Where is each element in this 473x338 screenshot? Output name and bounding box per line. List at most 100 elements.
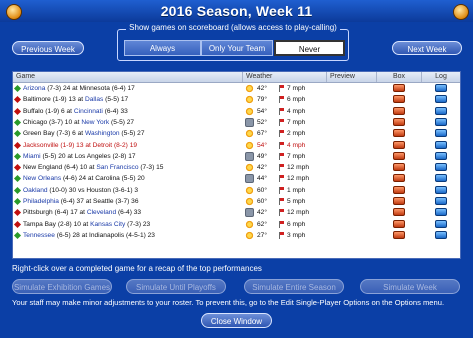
away-team[interactable]: Arizona xyxy=(23,85,45,92)
away-team[interactable]: Tennessee xyxy=(23,232,55,239)
box-score-button[interactable] xyxy=(393,174,405,183)
away-team[interactable]: New Orleans xyxy=(23,175,61,182)
box-score-button[interactable] xyxy=(393,106,405,115)
home-team[interactable]: Dallas xyxy=(85,96,103,103)
home-team[interactable]: New York xyxy=(81,119,109,126)
table-row[interactable]: Chicago (3-7) 10 at New York (5-5) 27 52°… xyxy=(13,117,460,128)
sim-week-button[interactable]: Simulate Week xyxy=(360,279,460,294)
box-score-button[interactable] xyxy=(393,185,405,194)
sim-entire-season-button[interactable]: Simulate Entire Season xyxy=(244,279,344,294)
scoreboard-filter-legend: Show games on scoreboard (allows access … xyxy=(117,23,349,32)
game-cell: Pittsburgh (6-4) 17 at Cleveland (6-4) 3… xyxy=(23,207,241,218)
table-row[interactable]: Miami (5-5) 20 at Los Angeles (2-8) 17 49… xyxy=(13,151,460,162)
box-score-button[interactable] xyxy=(393,84,405,92)
status-marker-icon xyxy=(13,220,22,228)
away-team[interactable]: Oakland xyxy=(23,187,48,194)
box-score-button[interactable] xyxy=(393,151,405,160)
game-log-button[interactable] xyxy=(435,106,447,115)
col-weather[interactable]: Weather xyxy=(243,72,327,82)
away-team[interactable]: Jacksonville xyxy=(23,142,59,149)
table-row[interactable]: Philadelphia (6-4) 37 at Seattle (3-7) 3… xyxy=(13,196,460,207)
table-row[interactable]: Buffalo (1-9) 6 at Cincinnati (6-4) 33 54… xyxy=(13,106,460,117)
game-detail: (6-4) 10 at xyxy=(64,164,95,172)
table-row[interactable]: Pittsburgh (6-4) 17 at Cleveland (6-4) 3… xyxy=(13,207,460,218)
game-log-button[interactable] xyxy=(435,197,447,205)
close-window-icon[interactable] xyxy=(453,4,469,20)
home-team[interactable]: Minnesota xyxy=(79,85,109,92)
table-row[interactable]: New England (6-4) 10 at San Francisco (7… xyxy=(13,162,460,173)
game-cell: Philadelphia (6-4) 37 at Seattle (3-7) 3… xyxy=(23,196,241,207)
box-score-button[interactable] xyxy=(393,219,405,228)
sim-exhibition-button[interactable]: Simulate Exhibition Games xyxy=(12,279,112,294)
game-log-button[interactable] xyxy=(435,208,447,217)
game-detail: (1-9) 13 at xyxy=(52,96,84,104)
col-box[interactable]: Box xyxy=(377,72,422,82)
table-row[interactable]: New Orleans (4-6) 24 at Carolina (5-5) 2… xyxy=(13,173,460,184)
table-row[interactable]: Tampa Bay (2-8) 10 at Kansas City (7-3) … xyxy=(13,219,460,230)
game-log-button[interactable] xyxy=(435,95,447,104)
game-log-button[interactable] xyxy=(435,84,447,92)
box-score-button[interactable] xyxy=(393,230,405,239)
home-team[interactable]: Washington xyxy=(85,130,120,137)
game-log-button[interactable] xyxy=(435,163,447,172)
wind-flag-icon xyxy=(279,231,286,239)
table-row[interactable]: Baltimore (1-9) 13 at Dallas (5-5) 17 79°… xyxy=(13,94,460,105)
away-team[interactable]: Baltimore xyxy=(23,96,51,103)
game-log-button[interactable] xyxy=(435,219,447,228)
hint-text: Right-click over a completed game for a … xyxy=(12,264,262,273)
next-week-button[interactable]: Next Week xyxy=(392,41,462,55)
option-always[interactable]: Always xyxy=(124,40,201,56)
away-team[interactable]: New England xyxy=(23,164,62,171)
temperature: 42° xyxy=(257,209,267,217)
game-log-button[interactable] xyxy=(435,174,447,183)
game-log-button[interactable] xyxy=(435,117,447,126)
box-score-button[interactable] xyxy=(393,163,405,172)
away-team[interactable]: Chicago xyxy=(23,119,47,126)
home-team[interactable]: San Francisco xyxy=(96,164,138,171)
table-row[interactable]: Green Bay (7-3) 6 at Washington (5-5) 27… xyxy=(13,128,460,139)
away-team[interactable]: Miami xyxy=(23,153,41,160)
col-game[interactable]: Game xyxy=(13,72,243,82)
sun-icon xyxy=(245,163,254,173)
option-never[interactable]: Never xyxy=(274,40,345,56)
table-row[interactable]: Tennessee (6-5) 28 at Indianapolis (4-5-… xyxy=(13,230,460,241)
sun-icon xyxy=(245,129,254,139)
col-preview[interactable]: Preview xyxy=(327,72,377,82)
previous-week-button[interactable]: Previous Week xyxy=(12,41,84,55)
col-log[interactable]: Log xyxy=(422,72,460,82)
home-team[interactable]: Detroit xyxy=(93,142,112,149)
table-row[interactable]: Jacksonville (1-9) 13 at Detroit (8-2) 1… xyxy=(13,140,460,151)
game-detail: (3-7) 10 at xyxy=(49,118,80,126)
home-record: (7-3) 23 xyxy=(127,220,151,228)
box-score-button[interactable] xyxy=(393,117,405,126)
home-team[interactable]: Kansas City xyxy=(90,221,125,228)
wind-speed: 12 mph xyxy=(287,164,309,172)
temperature: 27° xyxy=(257,231,267,239)
away-team[interactable]: Philadelphia xyxy=(23,198,59,205)
away-team[interactable]: Green Bay xyxy=(23,130,55,137)
game-log-button[interactable] xyxy=(435,151,447,160)
wind-speed: 12 mph xyxy=(287,175,309,183)
table-row[interactable]: Oakland (10-0) 30 vs Houston (3-6-1) 3 60… xyxy=(13,185,460,196)
game-log-button[interactable] xyxy=(435,129,447,138)
box-score-button[interactable] xyxy=(393,197,405,205)
away-team[interactable]: Buffalo xyxy=(23,108,43,115)
game-log-button[interactable] xyxy=(435,185,447,194)
box-score-button[interactable] xyxy=(393,208,405,217)
away-team[interactable]: Tampa Bay xyxy=(23,221,56,228)
game-detail: (7-3) 24 at xyxy=(47,85,78,92)
close-window-button[interactable]: Close Window xyxy=(201,313,272,328)
box-score-button[interactable] xyxy=(393,140,405,149)
home-team[interactable]: Cleveland xyxy=(87,209,116,216)
away-team[interactable]: Pittsburgh xyxy=(23,209,53,216)
box-score-button[interactable] xyxy=(393,129,405,138)
option-only-your-team[interactable]: Only Your Team xyxy=(201,40,273,56)
game-cell: Jacksonville (1-9) 13 at Detroit (8-2) 1… xyxy=(23,140,241,151)
box-score-button[interactable] xyxy=(393,95,405,104)
table-row[interactable]: Arizona (7-3) 24 at Minnesota (6-4) 17 42… xyxy=(13,83,460,94)
home-team[interactable]: Cincinnati xyxy=(74,108,103,115)
sim-until-playoffs-button[interactable]: Simulate Until Playoffs xyxy=(126,279,226,294)
game-log-button[interactable] xyxy=(435,230,447,239)
temperature: 60° xyxy=(257,198,267,205)
game-log-button[interactable] xyxy=(435,140,447,149)
